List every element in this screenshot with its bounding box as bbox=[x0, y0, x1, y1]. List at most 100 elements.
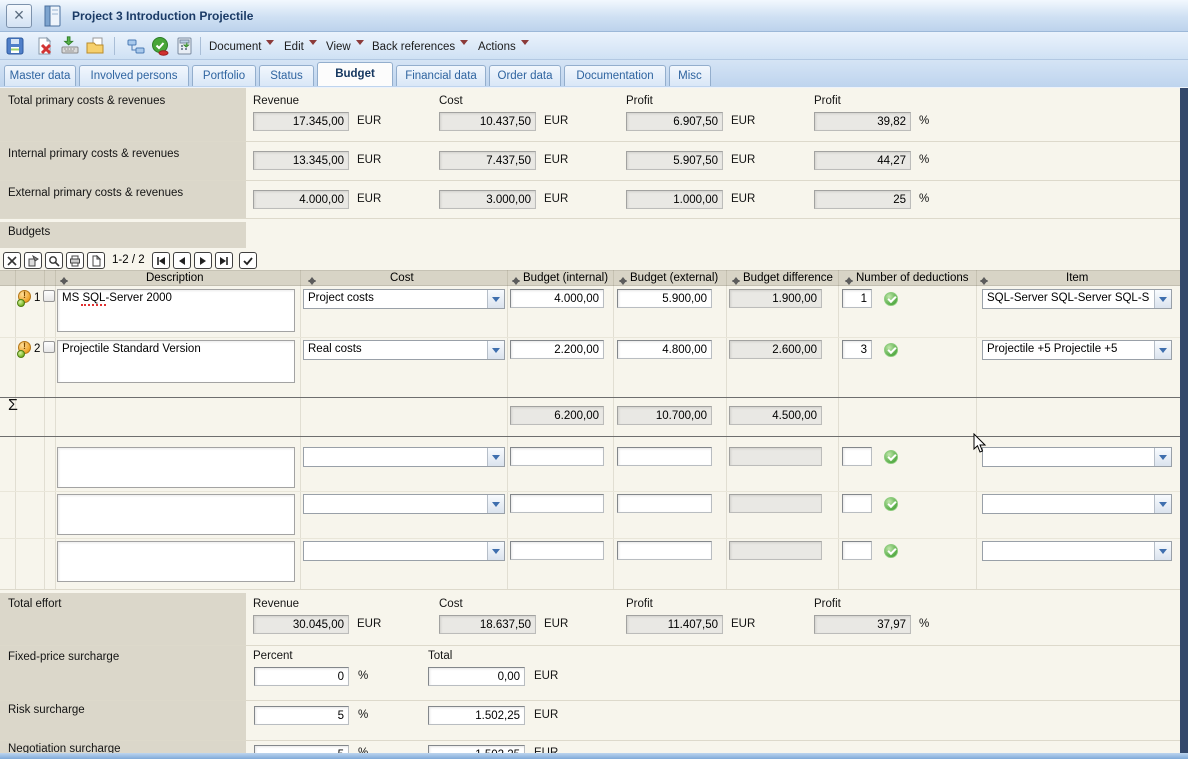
budget-internal-input[interactable] bbox=[510, 447, 604, 466]
new-page-button[interactable] bbox=[87, 252, 105, 269]
tab-documentation[interactable]: Documentation bbox=[564, 65, 666, 86]
budget-external-input[interactable] bbox=[617, 340, 712, 359]
right-window-border bbox=[1180, 88, 1188, 759]
menu-document[interactable]: Document bbox=[209, 40, 274, 53]
budget-internal-input[interactable] bbox=[510, 494, 604, 513]
deductions-ok-icon[interactable] bbox=[884, 544, 898, 558]
chevron-down-icon bbox=[521, 40, 529, 49]
deductions-input[interactable] bbox=[842, 541, 872, 560]
description-textarea[interactable] bbox=[57, 494, 295, 535]
budget-external-input[interactable] bbox=[617, 447, 712, 466]
tab-misc[interactable]: Misc bbox=[669, 65, 711, 86]
chevron-down-icon bbox=[487, 290, 504, 308]
description-textarea[interactable]: Projectile Standard Version bbox=[57, 340, 295, 383]
budget-external-input[interactable] bbox=[617, 289, 712, 308]
select-all-button[interactable] bbox=[239, 252, 257, 269]
tab-master-data[interactable]: Master data bbox=[4, 65, 76, 86]
deductions-ok-icon[interactable] bbox=[884, 497, 898, 511]
item-select[interactable] bbox=[982, 447, 1172, 467]
save-icon[interactable] bbox=[5, 36, 25, 56]
structure-icon[interactable] bbox=[126, 36, 146, 56]
chevron-down-icon bbox=[1154, 495, 1171, 513]
item-select[interactable] bbox=[982, 541, 1172, 561]
description-textarea[interactable] bbox=[57, 541, 295, 582]
validate-icon[interactable] bbox=[150, 36, 170, 56]
menu-view-label: View bbox=[326, 41, 351, 53]
calculate-icon[interactable] bbox=[175, 36, 195, 56]
menu-actions[interactable]: Actions bbox=[478, 40, 529, 53]
cost-type-select[interactable]: Project costs bbox=[303, 289, 505, 309]
budget-internal-input[interactable] bbox=[510, 289, 604, 308]
copy-document-icon[interactable] bbox=[85, 36, 105, 56]
header-description: Description bbox=[146, 272, 204, 284]
total-profit-field bbox=[626, 112, 723, 131]
item-select[interactable]: SQL-Server SQL-Server SQL-S bbox=[982, 289, 1172, 309]
row-select-checkbox[interactable] bbox=[43, 341, 55, 353]
cost-type-select[interactable] bbox=[303, 494, 505, 514]
clear-selection-button[interactable] bbox=[3, 252, 21, 269]
next-page-button[interactable] bbox=[194, 252, 212, 269]
transfer-button[interactable] bbox=[24, 252, 42, 269]
first-page-button[interactable] bbox=[152, 252, 170, 269]
tab-involved-persons[interactable]: Involved persons bbox=[79, 65, 189, 86]
budget-external-input[interactable] bbox=[617, 541, 712, 560]
description-textarea[interactable] bbox=[57, 447, 295, 488]
print-button[interactable] bbox=[66, 252, 84, 269]
deductions-input[interactable] bbox=[842, 340, 872, 359]
item-select[interactable] bbox=[982, 494, 1172, 514]
sort-icon[interactable] bbox=[845, 273, 854, 284]
deductions-ok-icon[interactable] bbox=[884, 292, 898, 306]
cost-type-select[interactable] bbox=[303, 447, 505, 467]
chevron-down-icon bbox=[1154, 542, 1171, 560]
tab-budget[interactable]: Budget bbox=[317, 62, 393, 86]
sort-icon[interactable] bbox=[512, 273, 521, 284]
fixed-price-total-input[interactable] bbox=[428, 667, 525, 686]
cost-type-value: Real costs bbox=[308, 343, 484, 355]
budget-external-input[interactable] bbox=[617, 494, 712, 513]
description-textarea[interactable]: MS SQL-Server 2000 bbox=[57, 289, 295, 332]
previous-page-button[interactable] bbox=[173, 252, 191, 269]
close-icon[interactable]: × bbox=[6, 4, 32, 28]
deductions-input[interactable] bbox=[842, 447, 872, 466]
tab-portfolio[interactable]: Portfolio bbox=[192, 65, 256, 86]
sort-icon[interactable] bbox=[619, 273, 628, 284]
menu-edit[interactable]: Edit bbox=[284, 40, 317, 53]
budget-difference-field bbox=[729, 289, 822, 308]
risk-percent-input[interactable] bbox=[254, 706, 349, 725]
search-button[interactable] bbox=[45, 252, 63, 269]
menu-view[interactable]: View bbox=[326, 40, 364, 53]
column-label-revenue: Revenue bbox=[253, 95, 299, 107]
delete-document-icon[interactable] bbox=[35, 36, 55, 56]
toolbar-separator bbox=[200, 37, 201, 55]
row-number: 2 bbox=[34, 343, 40, 355]
menu-back-references[interactable]: Back references bbox=[372, 40, 468, 53]
column-label-profit-pct: Profit bbox=[814, 598, 841, 610]
tab-order-data[interactable]: Order data bbox=[489, 65, 561, 86]
column-divider bbox=[976, 270, 977, 589]
tab-financial-data[interactable]: Financial data bbox=[396, 65, 486, 86]
tab-status[interactable]: Status bbox=[259, 65, 314, 86]
deductions-ok-icon[interactable] bbox=[884, 450, 898, 464]
fixed-price-percent-input[interactable] bbox=[254, 667, 349, 686]
budget-internal-input[interactable] bbox=[510, 541, 604, 560]
sort-icon[interactable] bbox=[308, 273, 317, 284]
sort-icon[interactable] bbox=[732, 273, 741, 284]
row-select-checkbox[interactable] bbox=[43, 290, 55, 302]
pager-range: 1-2 / 2 bbox=[112, 254, 145, 266]
cost-type-select[interactable] bbox=[303, 541, 505, 561]
budget-internal-input[interactable] bbox=[510, 340, 604, 359]
application-window: × Project 3 Introduction Projectile bbox=[0, 0, 1188, 759]
deductions-ok-icon[interactable] bbox=[884, 343, 898, 357]
import-icon[interactable] bbox=[60, 36, 80, 56]
last-page-button[interactable] bbox=[215, 252, 233, 269]
risk-total-input[interactable] bbox=[428, 706, 525, 725]
cost-type-select[interactable]: Real costs bbox=[303, 340, 505, 360]
chevron-down-icon bbox=[487, 495, 504, 513]
row-object-icon[interactable] bbox=[18, 290, 31, 303]
deductions-input[interactable] bbox=[842, 494, 872, 513]
deductions-input[interactable] bbox=[842, 289, 872, 308]
item-select[interactable]: Projectile +5 Projectile +5 bbox=[982, 340, 1172, 360]
sort-icon[interactable] bbox=[980, 273, 989, 284]
row-object-icon[interactable] bbox=[18, 341, 31, 354]
sort-icon[interactable] bbox=[60, 273, 69, 284]
